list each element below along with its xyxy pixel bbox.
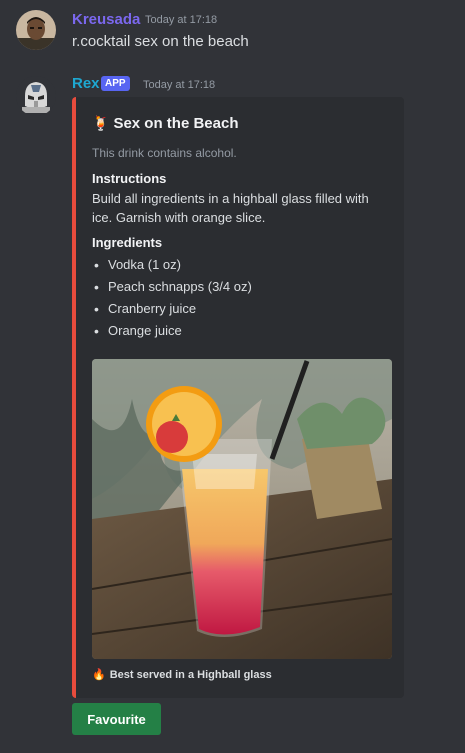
cocktail-embed: 🍹 Sex on the Beach This drink contains al…: [72, 97, 404, 698]
tropical-drink-icon: 🍹: [92, 115, 110, 131]
author-name[interactable]: Kreusada: [72, 11, 140, 28]
embed-title: 🍹 Sex on the Beach: [92, 115, 239, 132]
instructions-label: Instructions: [92, 171, 167, 186]
embed-description: This drink contains alcohol.: [92, 146, 237, 160]
message-text: r.cocktail sex on the beach: [72, 33, 249, 50]
avatar-rex[interactable]: [16, 76, 56, 116]
instructions-text: Build all ingredients in a highball glas…: [92, 191, 369, 225]
embed-footer: 🔥 Best served in a Highball glass: [92, 669, 272, 681]
cocktail-photo[interactable]: [92, 359, 392, 659]
list-item: Cranberry juice: [92, 298, 252, 320]
list-item: Orange juice: [92, 320, 252, 342]
list-item: Vodka (1 oz): [92, 254, 252, 276]
list-item: Peach schnapps (3/4 oz): [92, 276, 252, 298]
favourite-button[interactable]: Favourite: [72, 703, 161, 735]
fire-icon: 🔥: [92, 669, 106, 681]
timestamp: Today at 17:18: [143, 79, 216, 91]
author-name[interactable]: Rex: [72, 75, 100, 92]
app-badge: APP: [101, 76, 130, 91]
message-kreusada: Kreusada Today at 17:18 r.cocktail sex o…: [0, 0, 465, 60]
avatar-kreusada[interactable]: [16, 10, 56, 50]
timestamp: Today at 17:18: [145, 14, 218, 26]
ingredients-label: Ingredients: [92, 235, 163, 250]
ingredients-list: Vodka (1 oz) Peach schnapps (3/4 oz) Cra…: [92, 254, 252, 342]
